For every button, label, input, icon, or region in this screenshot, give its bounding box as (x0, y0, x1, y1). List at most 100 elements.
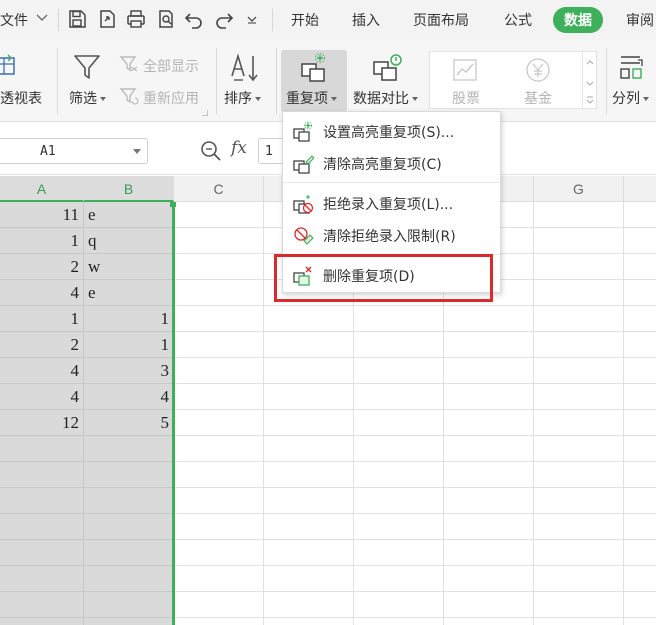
duplicates-button[interactable]: 重复项 (281, 50, 347, 112)
cell[interactable] (174, 462, 264, 488)
cell[interactable] (444, 436, 534, 462)
export-pdf-icon[interactable] (96, 8, 118, 30)
cell[interactable]: 2 (0, 332, 84, 358)
cell[interactable] (174, 280, 264, 306)
pivot-table-button[interactable]: 透视表 (0, 40, 50, 120)
cell[interactable]: 4 (84, 384, 174, 410)
cell[interactable] (354, 540, 444, 566)
tab-home[interactable]: 开始 (291, 10, 319, 30)
sort-button[interactable]: 排序 (221, 40, 269, 120)
cell[interactable] (534, 540, 624, 566)
cell[interactable] (354, 592, 444, 618)
cell[interactable] (624, 514, 656, 540)
cell[interactable] (0, 566, 84, 592)
cell[interactable] (0, 514, 84, 540)
cell[interactable] (534, 358, 624, 384)
cell[interactable]: 4 (0, 358, 84, 384)
tab-insert[interactable]: 插入 (352, 10, 380, 30)
cell[interactable] (174, 228, 264, 254)
tab-page-layout[interactable]: 页面布局 (413, 10, 469, 30)
cell[interactable] (534, 306, 624, 332)
cell[interactable] (174, 358, 264, 384)
cell[interactable] (624, 254, 656, 280)
cell[interactable]: 4 (0, 384, 84, 410)
cell[interactable] (174, 384, 264, 410)
cell[interactable] (444, 592, 534, 618)
cell[interactable] (174, 306, 264, 332)
cell[interactable] (444, 618, 534, 625)
cell[interactable] (534, 332, 624, 358)
split-columns-button[interactable]: 分列 (610, 40, 656, 120)
cell[interactable] (84, 618, 174, 625)
cell[interactable] (174, 566, 264, 592)
print-preview-icon[interactable] (155, 8, 177, 30)
cell[interactable] (624, 280, 656, 306)
cell[interactable] (84, 514, 174, 540)
cell[interactable] (264, 540, 354, 566)
zoom-formula-icon[interactable] (200, 140, 222, 162)
data-compare-button[interactable]: 数据对比 (350, 40, 426, 120)
cell[interactable] (444, 566, 534, 592)
cell[interactable] (354, 384, 444, 410)
menu-item-clear-reject-restriction[interactable]: 清除拒绝录入限制(R) (283, 219, 500, 251)
cell[interactable] (444, 306, 534, 332)
reapply-button[interactable]: 重新应用 (117, 84, 207, 108)
cell[interactable] (0, 462, 84, 488)
cell[interactable] (624, 384, 656, 410)
fund-button[interactable]: 基金 (510, 54, 566, 108)
cell[interactable] (264, 358, 354, 384)
cell[interactable] (534, 462, 624, 488)
cell[interactable] (624, 410, 656, 436)
cell[interactable] (0, 592, 84, 618)
cell[interactable] (624, 202, 656, 228)
cell[interactable]: e (84, 280, 174, 306)
print-icon[interactable] (125, 8, 147, 30)
cell[interactable] (264, 384, 354, 410)
cell[interactable] (534, 410, 624, 436)
cell[interactable] (534, 384, 624, 410)
fx-icon[interactable]: fx (231, 138, 247, 158)
cell[interactable]: 1 (0, 306, 84, 332)
cell[interactable] (84, 566, 174, 592)
menu-item-set-highlight-duplicates[interactable]: 设置高亮重复项(S)... (283, 115, 500, 147)
cell[interactable] (624, 358, 656, 384)
cell[interactable] (264, 306, 354, 332)
cell[interactable] (534, 618, 624, 625)
cell[interactable] (84, 488, 174, 514)
cell[interactable] (624, 436, 656, 462)
cell[interactable] (354, 488, 444, 514)
undo-icon[interactable] (183, 8, 205, 30)
cell[interactable] (354, 358, 444, 384)
cell[interactable] (444, 514, 534, 540)
cell[interactable] (354, 332, 444, 358)
cell[interactable] (354, 410, 444, 436)
name-box[interactable]: A1 (0, 138, 148, 164)
cell[interactable]: 4 (0, 280, 84, 306)
cell[interactable] (534, 436, 624, 462)
cell[interactable]: w (84, 254, 174, 280)
cell[interactable] (84, 436, 174, 462)
column-header-g[interactable]: G (534, 176, 624, 202)
menu-item-clear-highlight[interactable]: 清除高亮重复项(C) (283, 147, 500, 179)
cell[interactable] (534, 228, 624, 254)
cell[interactable]: q (84, 228, 174, 254)
cell[interactable] (174, 436, 264, 462)
tab-formulas[interactable]: 公式 (504, 10, 532, 30)
cell[interactable] (624, 540, 656, 566)
cell[interactable] (354, 618, 444, 625)
column-header-partial[interactable] (624, 176, 656, 202)
cell[interactable] (174, 202, 264, 228)
cell[interactable] (534, 254, 624, 280)
cell[interactable] (444, 384, 534, 410)
redo-icon[interactable] (213, 8, 235, 30)
column-header-a[interactable]: A (0, 176, 84, 202)
cell[interactable] (624, 618, 656, 625)
cell[interactable]: 5 (84, 410, 174, 436)
cell[interactable] (84, 540, 174, 566)
cell[interactable] (264, 332, 354, 358)
cell[interactable] (444, 540, 534, 566)
save-icon[interactable] (66, 8, 88, 30)
cell[interactable] (354, 306, 444, 332)
cell[interactable] (264, 410, 354, 436)
cell[interactable] (624, 592, 656, 618)
